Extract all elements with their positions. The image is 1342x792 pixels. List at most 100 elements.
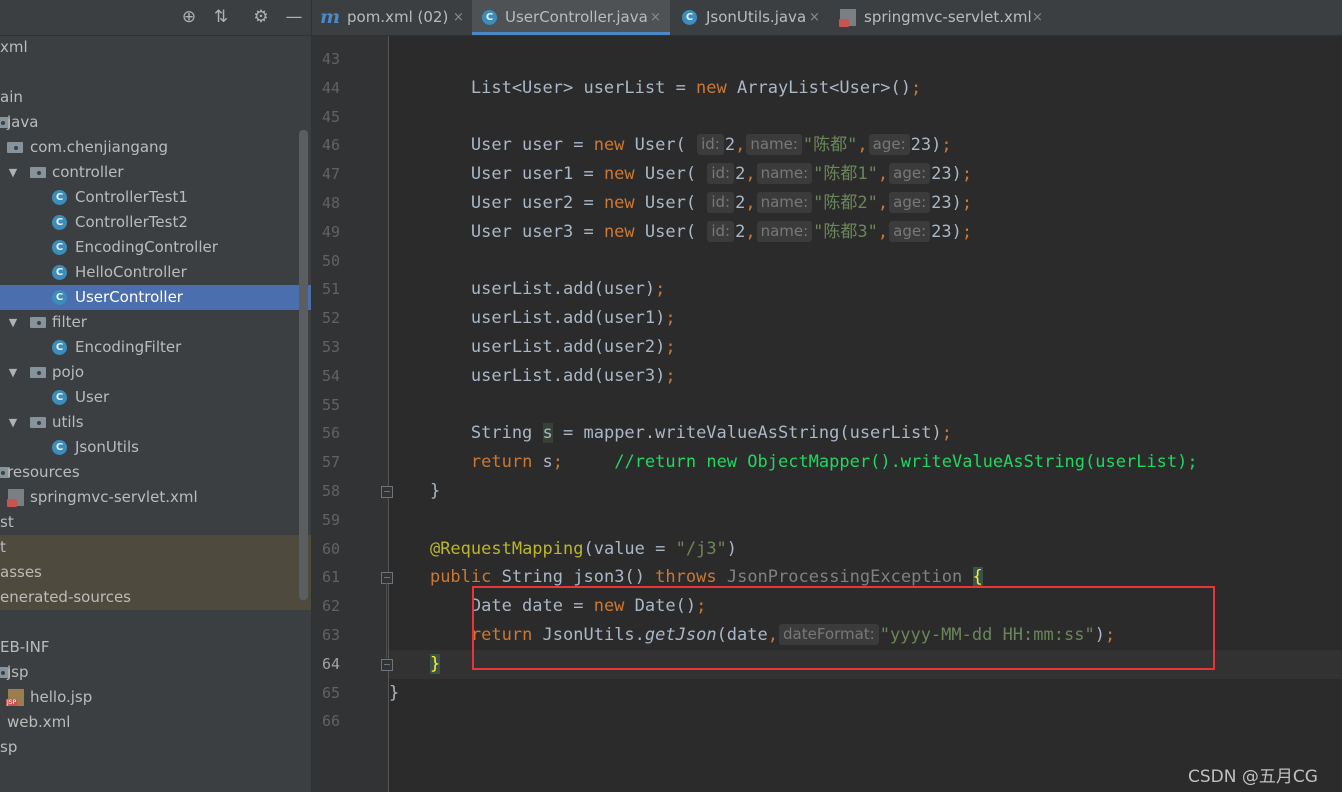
tab-jsonutils-java[interactable]: C JsonUtils.java × (672, 0, 830, 35)
code-token: , (745, 164, 756, 185)
code-token: ; (961, 164, 973, 185)
code-token: return (470, 452, 533, 473)
code-token: User( (624, 135, 697, 156)
tree-item-label: web.xml (7, 713, 71, 731)
tree-item-eb-inf[interactable]: EB-INF (0, 635, 311, 660)
code-token: 23) (931, 193, 962, 213)
close-icon[interactable]: × (809, 0, 820, 35)
code-token: ) (726, 538, 738, 559)
fold-marker-icon[interactable] (381, 486, 393, 498)
line-number: 48 (321, 194, 340, 212)
code-token: ; (911, 77, 922, 98)
code-token: String (389, 423, 543, 444)
tree-item-encodingcontroller[interactable]: C EncodingController (0, 235, 311, 260)
parameter-hint: age: (868, 134, 910, 156)
gear-icon[interactable]: ⚙ (250, 6, 272, 28)
expand-arrow-icon[interactable]: ▼ (6, 310, 20, 335)
fold-marker-icon[interactable] (381, 572, 393, 585)
tree-item-springmvc-servlet-xml[interactable]: springmvc-servlet.xml (0, 485, 311, 510)
tree-item-label: filter (52, 313, 87, 331)
tab-springmvc-servlet-xml[interactable]: springmvc-servlet.xml × (832, 0, 1050, 35)
expand-arrow-icon[interactable]: ▼ (6, 160, 20, 185)
tree-item-jsp[interactable]: jsp (0, 660, 311, 685)
tab-pom-xml-02-[interactable]: m pom.xml (02) × (312, 0, 470, 35)
folder-icon (7, 142, 23, 153)
watermark: CSDN @五月CG (1188, 767, 1318, 787)
code-token: , (745, 221, 756, 242)
tree-item-pojo[interactable]: ▼ pojo (0, 360, 311, 385)
tree-item-com-chenjiangang[interactable]: com.chenjiangang (0, 135, 311, 160)
tree-item-label: pojo (52, 363, 85, 381)
tree-item-sp[interactable]: sp (0, 735, 311, 760)
code-line: } (389, 679, 399, 708)
close-icon[interactable]: × (1032, 0, 1043, 35)
code-editor[interactable]: ObjectMapper mapper = new ObjectMapper()… (389, 36, 1342, 792)
tree-item-xml[interactable]: xml (0, 35, 311, 60)
tree-item-controllertest1[interactable]: C ControllerTest1 (0, 185, 311, 210)
tab-usercontroller-java[interactable]: C UserController.java × (472, 0, 670, 35)
minimize-icon[interactable]: — (283, 6, 305, 28)
highlight-box (472, 586, 1215, 670)
code-token: s (542, 423, 553, 444)
tree-item-hello-jsp[interactable]: hello.jsp (0, 685, 311, 710)
line-number: 59 (321, 510, 340, 529)
parameter-hint: name: (756, 192, 813, 213)
expand-arrow-icon[interactable]: ▼ (6, 410, 20, 435)
tree-item-st[interactable]: st (0, 510, 311, 535)
code-token: @RequestMapping (429, 538, 584, 559)
code-token: User user2 = (389, 193, 604, 213)
tree-item[interactable] (0, 60, 311, 85)
tree-item-filter[interactable]: ▼ filter (0, 310, 311, 335)
line-number: 56 (321, 424, 340, 443)
code-token: "陈都3" (813, 221, 878, 242)
code-token: List<User> userList = (389, 77, 697, 98)
line-number: 64 (321, 654, 340, 673)
tree-item-encodingfilter[interactable]: C EncodingFilter (0, 335, 311, 360)
tab-label: UserController.java (505, 8, 648, 26)
code-token: 2 (735, 221, 746, 242)
tree-item-usercontroller[interactable]: C UserController (0, 285, 311, 310)
code-token: User( (634, 221, 707, 242)
tree-item-label: EB-INF (0, 638, 50, 656)
expand-arrow-icon[interactable]: ▼ (6, 360, 20, 385)
tree-item-label: utils (52, 413, 84, 431)
code-token: userList.add(user3) (389, 365, 666, 386)
tree-item-ain[interactable]: ain (0, 85, 311, 110)
tree-item-t[interactable]: t (0, 535, 311, 560)
code-token: 23) (931, 221, 962, 242)
tree-item-web-xml[interactable]: web.xml (0, 710, 311, 735)
code-token: (value = (583, 538, 676, 559)
tree-item-enerated-sources[interactable]: enerated-sources (0, 585, 311, 610)
tree-item-java[interactable]: java (0, 110, 311, 135)
tree-item-resources[interactable]: resources (0, 460, 311, 485)
code-token: 2 (735, 193, 746, 213)
tree-item-asses[interactable]: asses (0, 560, 311, 585)
code-token: 23) (931, 164, 962, 185)
code-token: () (624, 567, 656, 588)
collapse-icon[interactable]: ⇅ (210, 6, 232, 28)
tree-item-hellocontroller[interactable]: C HelloController (0, 260, 311, 285)
code-line: } (389, 650, 441, 679)
tree-item-controller[interactable]: ▼ controller (0, 160, 311, 185)
target-icon[interactable]: ⊕ (178, 6, 200, 28)
tree-item[interactable] (0, 610, 311, 635)
code-token: User( (634, 164, 707, 185)
sidebar-scrollbar[interactable] (299, 130, 308, 600)
fold-marker-icon[interactable] (381, 658, 393, 671)
close-icon[interactable]: × (650, 0, 661, 35)
close-icon[interactable]: × (453, 0, 464, 35)
code-token: ; (941, 423, 952, 444)
tree-item-controllertest2[interactable]: C ControllerTest2 (0, 210, 311, 235)
tree-item-utils[interactable]: ▼ utils (0, 410, 311, 435)
code-token: , (877, 193, 889, 213)
tree-item-label: HelloController (75, 263, 187, 281)
line-number: 54 (321, 366, 340, 385)
tree-item-jsonutils[interactable]: C JsonUtils (0, 435, 311, 460)
tree-item-label: xml (0, 38, 28, 56)
tree-item-user[interactable]: C User (0, 385, 311, 410)
java-class-icon: C (52, 440, 67, 455)
code-token: ; (961, 193, 973, 213)
line-number: 58 (321, 482, 340, 500)
code-token: "/j3" (675, 538, 727, 559)
tree-item-label: hello.jsp (30, 688, 93, 706)
